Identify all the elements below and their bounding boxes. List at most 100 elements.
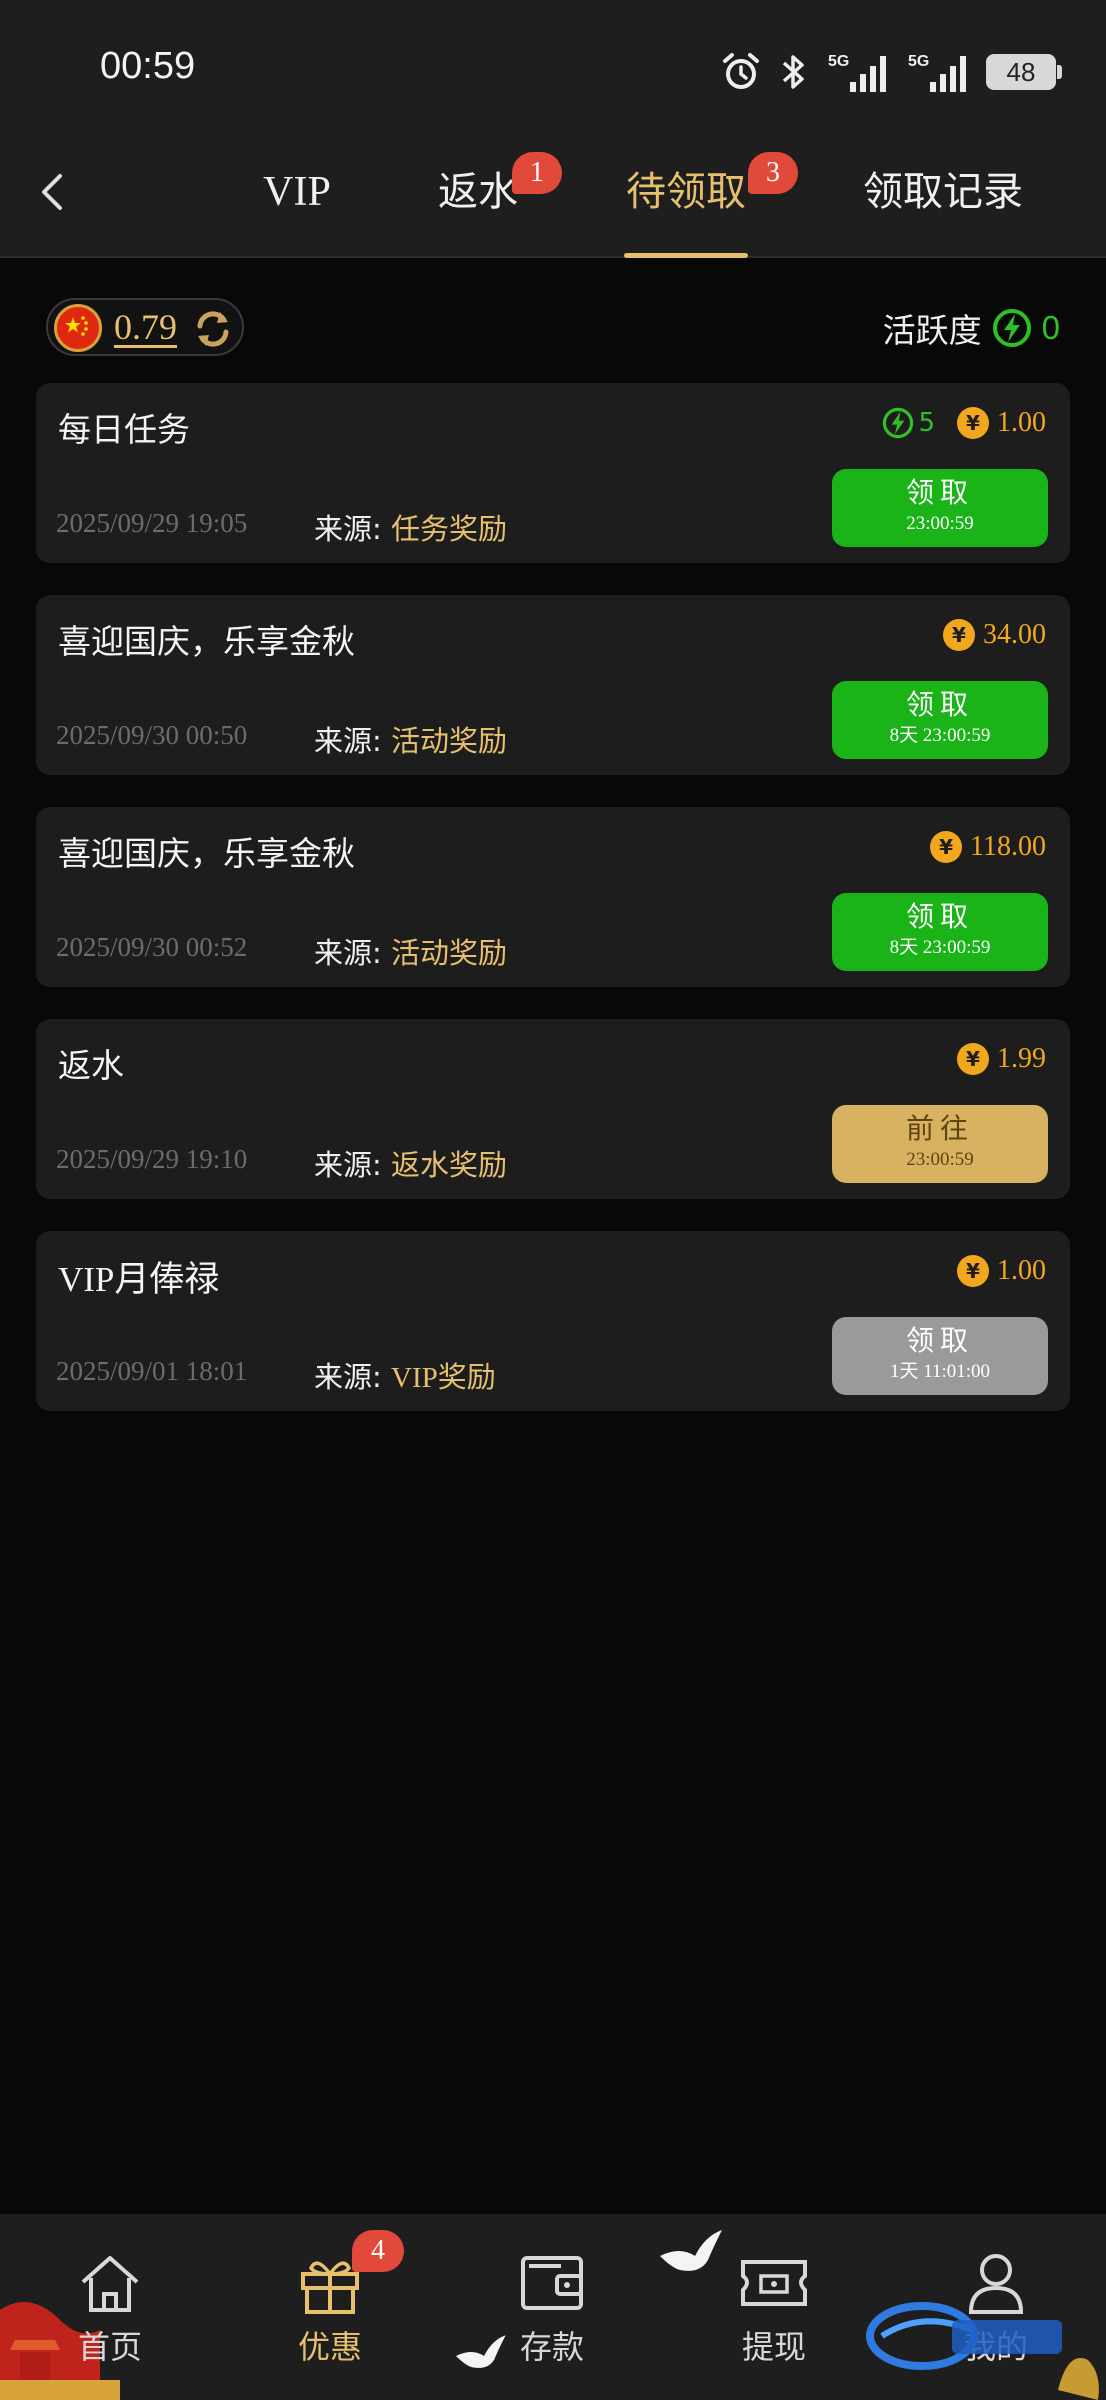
yen-coin-icon: ¥	[930, 831, 963, 863]
card-source: 来源: 活动奖励	[314, 930, 507, 972]
claim-button[interactable]: 领取 8天 23:00:59	[832, 681, 1048, 759]
tab-badge: 3	[748, 152, 798, 194]
points-value: 5	[918, 408, 935, 438]
network-label-1: 5G	[828, 53, 849, 70]
yen-coin-icon: ¥	[957, 1043, 989, 1075]
button-timer: 8天 23:00:59	[889, 725, 991, 746]
card-reward: ¥ 1.00	[957, 1251, 1046, 1291]
button-label: 领取	[905, 900, 974, 933]
back-button[interactable]	[28, 162, 78, 222]
card-title: 返水	[58, 1046, 124, 1085]
reward-card: 返水 ¥ 1.99 2025/09/29 19:10 来源: 返水奖励 前往 2…	[36, 1019, 1070, 1199]
tab-bar: VIP 返水 1 待领取 3 领取记录	[0, 140, 1106, 258]
china-flag-icon	[54, 304, 102, 352]
claim-button[interactable]: 领取 23:00:59	[832, 469, 1048, 547]
button-label: 前往	[905, 1112, 974, 1145]
source-label: 来源:	[314, 1360, 391, 1394]
button-label: 领取	[905, 688, 974, 721]
button-timer: 23:00:59	[906, 513, 974, 534]
watermark-logo-icon	[866, 2302, 1099, 2400]
bottom-nav: 首页 优惠 4 存款 提现 我的	[0, 2214, 1106, 2400]
card-title: 喜迎国庆，乐享金秋	[58, 834, 355, 873]
battery-indicator: 48	[986, 54, 1062, 90]
card-title: VIP月俸禄	[58, 1260, 220, 1299]
tab-label: 领取记录	[863, 169, 1023, 215]
source-label: 来源:	[314, 512, 391, 546]
signal-5g-icon: 5G	[828, 53, 886, 92]
source-value: 任务奖励	[391, 512, 508, 546]
card-date: 2025/09/29 19:10	[56, 1144, 248, 1174]
points-reward: 5	[882, 407, 935, 439]
nav-label: 提现	[741, 2328, 806, 2366]
yen-coin-icon: ¥	[957, 407, 989, 439]
nav-label: 存款	[519, 2328, 584, 2366]
source-value: 返水奖励	[391, 1148, 508, 1182]
reward-card: 每日任务 5 ¥ 1.00 2025/09/29 19:05 来源: 任务奖励 …	[36, 383, 1070, 563]
wallet-amount: 0.79	[114, 307, 177, 347]
source-label: 来源:	[314, 936, 391, 970]
home-icon	[81, 2256, 139, 2312]
card-title: 每日任务	[58, 410, 190, 449]
button-label: 领取	[905, 476, 974, 509]
button-timer: 1天 11:01:00	[889, 1361, 991, 1382]
ticket-icon	[741, 2260, 807, 2306]
source-value: 活动奖励	[391, 936, 508, 970]
card-reward: ¥ 34.00	[943, 615, 1046, 655]
status-icons: 5G 5G 48	[720, 48, 1062, 96]
wallet-balance[interactable]: 0.79	[46, 298, 244, 356]
nav-label: 优惠	[297, 2328, 362, 2366]
source-value: 活动奖励	[391, 724, 508, 758]
card-title: 喜迎国庆，乐享金秋	[58, 622, 355, 661]
card-source: 来源: 任务奖励	[314, 506, 507, 548]
card-date: 2025/09/30 00:52	[56, 932, 248, 962]
source-label: 来源:	[314, 724, 391, 758]
tab-pending[interactable]: 待领取 3	[624, 152, 798, 258]
go-button[interactable]: 前往 23:00:59	[832, 1105, 1048, 1183]
status-bar: 00:59 5G 5G 48	[0, 0, 1106, 140]
reward-amount: 1.00	[997, 1255, 1046, 1286]
button-timer: 23:00:59	[906, 1149, 974, 1170]
lightning-icon	[992, 309, 1031, 347]
nav-promotions[interactable]: 优惠 4	[270, 2230, 404, 2380]
reward-amount: 34.00	[983, 619, 1046, 650]
reward-amount: 118.00	[970, 831, 1046, 862]
alarm-icon	[723, 53, 759, 89]
tab-fanshui[interactable]: 返水 1	[428, 152, 562, 258]
nav-badge: 4	[352, 2230, 404, 2272]
refresh-icon[interactable]	[190, 306, 236, 352]
reward-amount: 1.00	[997, 407, 1046, 438]
tab-label: VIP	[263, 169, 331, 215]
reward-card: 喜迎国庆，乐享金秋 ¥ 34.00 2025/09/30 00:50 来源: 活…	[36, 595, 1070, 775]
claim-button[interactable]: 领取 8天 23:00:59	[832, 893, 1048, 971]
reward-card: 喜迎国庆，乐享金秋 ¥ 118.00 2025/09/30 00:52 来源: …	[36, 807, 1070, 987]
tab-vip[interactable]: VIP	[232, 160, 362, 258]
tab-partial-hidden[interactable]	[100, 178, 120, 219]
source-label: 来源:	[314, 1148, 391, 1182]
chevron-left-icon	[42, 174, 62, 210]
status-time: 00:59	[100, 45, 196, 87]
tab-label: 待领取	[626, 169, 746, 215]
tab-records[interactable]: 领取记录	[858, 160, 1028, 258]
network-label-2: 5G	[908, 53, 929, 70]
nav-deposit[interactable]: 存款	[492, 2250, 612, 2380]
card-source: 来源: VIP奖励	[314, 1354, 496, 1396]
reward-amount: 1.99	[997, 1043, 1046, 1074]
nav-home[interactable]: 首页	[50, 2250, 170, 2380]
card-date: 2025/09/29 19:05	[56, 508, 248, 538]
wallet-icon	[521, 2256, 583, 2310]
source-value: VIP奖励	[391, 1362, 496, 1394]
activity-indicator: 活跃度 0	[883, 305, 1060, 351]
card-date: 2025/09/01 18:01	[56, 1356, 248, 1386]
bluetooth-icon	[782, 55, 804, 89]
nav-withdraw[interactable]: 提现	[714, 2250, 834, 2380]
card-source: 来源: 活动奖励	[314, 718, 507, 760]
tab-badge: 1	[512, 152, 562, 194]
reward-card: VIP月俸禄 ¥ 1.00 2025/09/01 18:01 来源: VIP奖励…	[36, 1231, 1070, 1411]
activity-value: 0	[1041, 309, 1060, 346]
lightning-icon	[883, 407, 914, 439]
card-reward: ¥ 1.99	[957, 1039, 1046, 1079]
yen-coin-icon: ¥	[943, 619, 975, 651]
yen-coin-icon: ¥	[957, 1255, 989, 1287]
card-date: 2025/09/30 00:50	[56, 720, 248, 750]
claim-button-disabled[interactable]: 领取 1天 11:01:00	[832, 1317, 1048, 1395]
